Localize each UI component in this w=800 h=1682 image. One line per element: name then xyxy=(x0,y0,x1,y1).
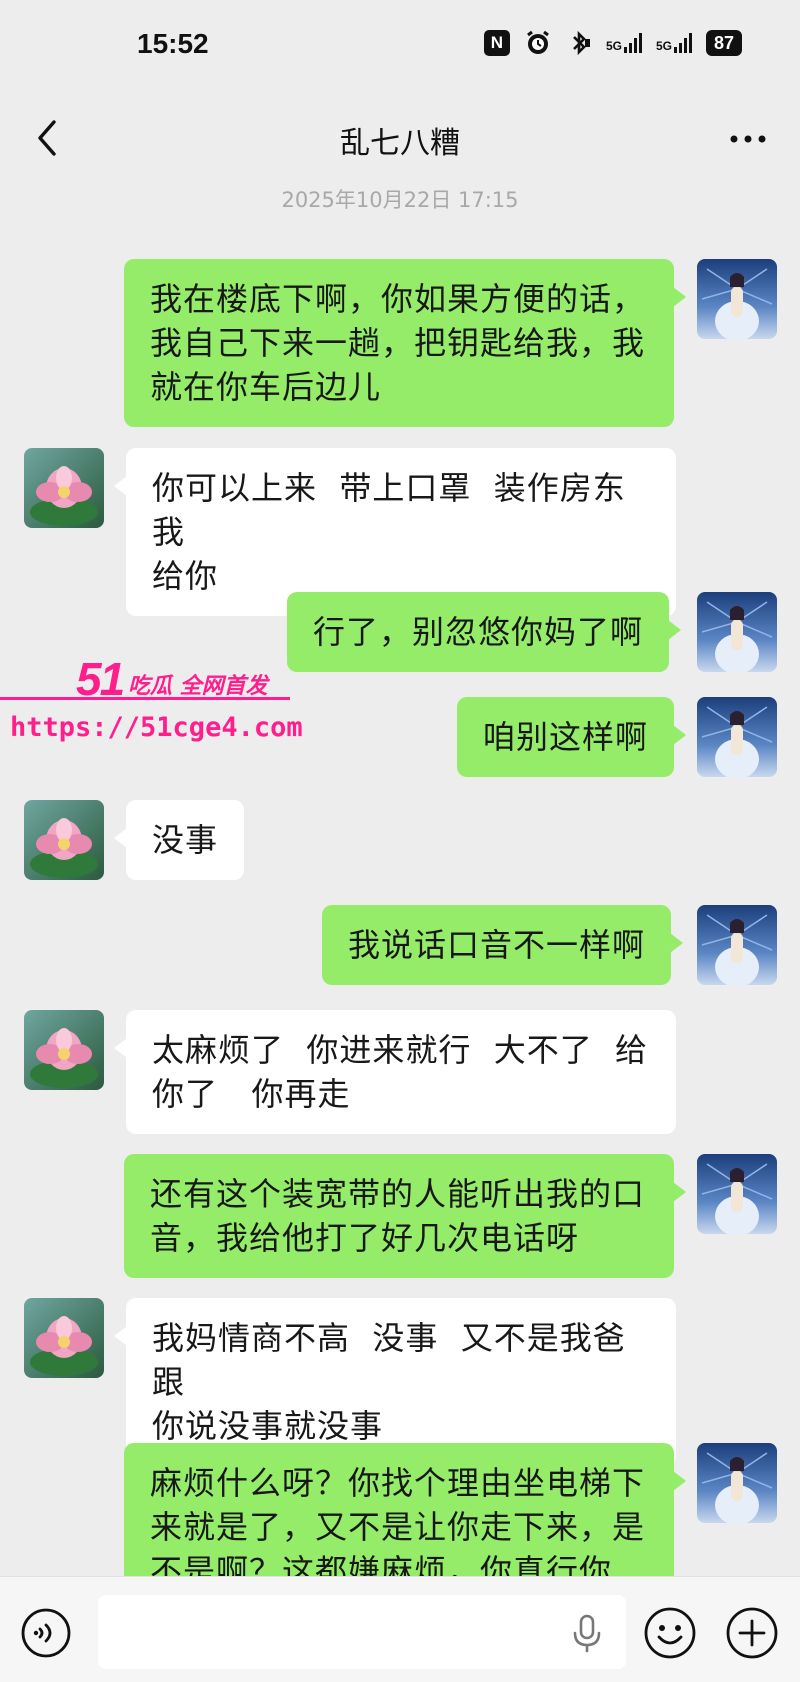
signal-icon-1: 5G xyxy=(606,33,642,53)
message-bubble-received[interactable]: 我妈情商不高 没事 又不是我爸 跟 你说没事就没事 xyxy=(114,1298,676,1466)
fairy-avatar-image xyxy=(697,905,777,985)
message-bubble-received[interactable]: 太麻烦了 你进来就行 大不了 给 你了 你再走 xyxy=(114,1010,676,1134)
status-bar: 15:52 N 5G 5G 87 xyxy=(0,0,800,92)
smiley-face-icon xyxy=(644,1607,696,1659)
avatar-self[interactable] xyxy=(697,592,777,672)
avatar-contact[interactable] xyxy=(24,448,104,528)
status-time: 15:52 xyxy=(137,28,209,59)
fairy-avatar-image xyxy=(697,259,777,339)
avatar-self[interactable] xyxy=(697,697,777,777)
watermark-divider xyxy=(0,697,290,700)
watermark-tagline: 吃瓜 全网首发 xyxy=(128,674,268,699)
lotus-avatar-image xyxy=(24,1010,104,1090)
lotus-avatar-image xyxy=(24,800,104,880)
message-bubble-sent[interactable]: 行了，别忽悠你妈了啊 xyxy=(287,592,682,672)
battery-indicator: 87 xyxy=(705,30,742,56)
message-bubble-received[interactable]: 你可以上来 带上口罩 装作房东我 给你 xyxy=(114,448,676,616)
chat-title: 乱七八糟 xyxy=(340,126,460,161)
message-bubble-received[interactable]: 没事 xyxy=(113,800,245,880)
signal-icon-2: 5G xyxy=(656,33,692,53)
lotus-avatar-image xyxy=(24,1298,104,1378)
status-icons: N 5G 5G 87 xyxy=(483,30,742,56)
message-timestamp: 2025年10月22日 17:15 xyxy=(281,188,519,212)
avatar-self[interactable] xyxy=(697,1154,777,1234)
message-input[interactable] xyxy=(98,1595,626,1669)
avatar-contact[interactable] xyxy=(24,800,104,880)
avatar-contact[interactable] xyxy=(24,1010,104,1090)
more-actions-button[interactable] xyxy=(724,1605,780,1661)
message-bubble-sent[interactable]: 还有这个装宽带的人能听出我的口 音，我给他打了好几次电话呀 xyxy=(124,1154,686,1278)
avatar-self[interactable] xyxy=(697,1443,777,1523)
fairy-avatar-image xyxy=(697,697,777,777)
fairy-avatar-image xyxy=(697,592,777,672)
avatar-contact[interactable] xyxy=(24,1298,104,1378)
network-type-1: 5G xyxy=(605,39,622,53)
more-dots-icon xyxy=(730,135,766,143)
emoji-button[interactable] xyxy=(642,1605,698,1661)
alarm-icon xyxy=(524,30,552,56)
microphone-icon[interactable] xyxy=(570,1613,604,1653)
chat-header: 乱七八糟 xyxy=(0,100,800,180)
input-bar xyxy=(0,1576,800,1682)
plus-circle-icon xyxy=(726,1607,778,1659)
nfc-icon: N xyxy=(483,30,510,56)
voice-mode-button[interactable] xyxy=(20,1607,72,1659)
message-bubble-sent[interactable]: 咱别这样啊 xyxy=(457,697,687,777)
message-bubble-sent[interactable]: 我在楼底下啊，你如果方便的话， 我自己下来一趟，把钥匙给我，我 就在你车后边儿 xyxy=(124,259,686,427)
bluetooth-icon xyxy=(566,30,592,56)
avatar-self[interactable] xyxy=(697,905,777,985)
fairy-avatar-image xyxy=(697,1154,777,1234)
fairy-avatar-image xyxy=(697,1443,777,1523)
message-bubble-sent[interactable]: 我说话口音不一样啊 xyxy=(322,905,684,985)
voice-wave-icon xyxy=(21,1608,71,1658)
watermark-url: https://51cge4.com xyxy=(10,712,303,743)
more-button[interactable] xyxy=(726,124,770,154)
lotus-avatar-image xyxy=(24,448,104,528)
network-type-2: 5G xyxy=(655,39,672,53)
avatar-self[interactable] xyxy=(697,259,777,339)
